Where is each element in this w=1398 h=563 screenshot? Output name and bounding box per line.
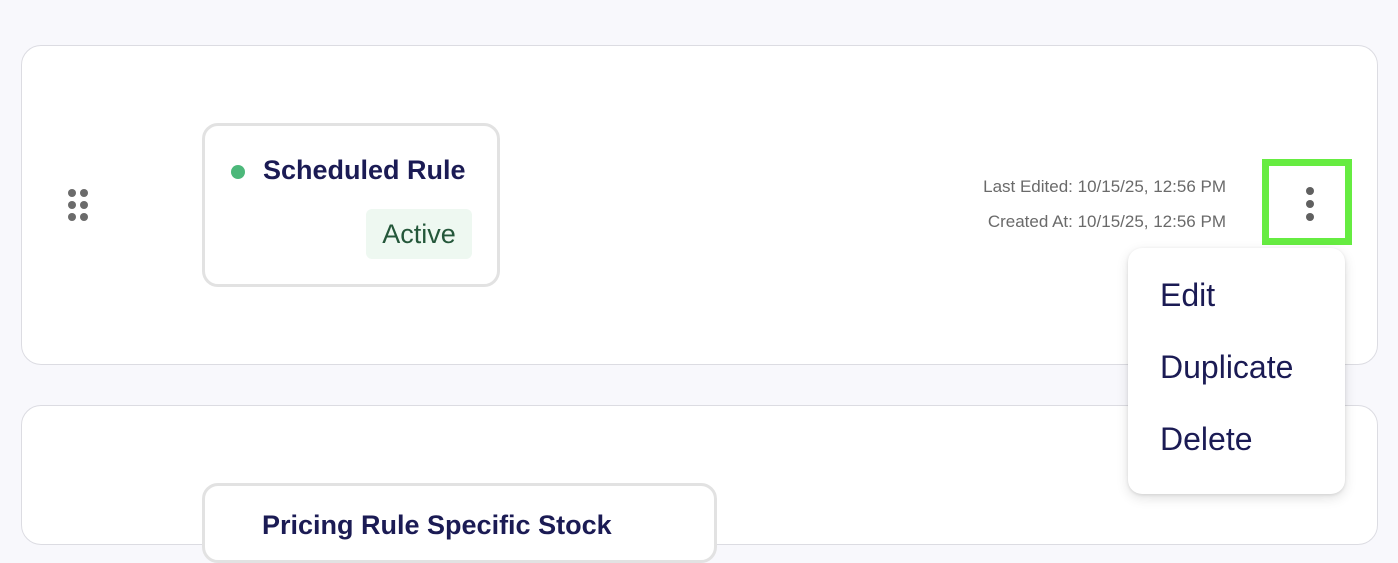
menu-item-duplicate[interactable]: Duplicate <box>1160 349 1293 386</box>
drag-handle-icon[interactable] <box>66 188 90 224</box>
status-badge: Active <box>366 209 472 259</box>
rule-summary[interactable] <box>202 123 500 287</box>
menu-item-delete[interactable]: Delete <box>1160 421 1253 458</box>
rule-name: Pricing Rule Specific Stock <box>262 510 612 540</box>
created-at-text: Created At: 10/15/25, 12:56 PM <box>987 212 1226 231</box>
status-dot-icon <box>231 165 245 179</box>
more-options-button[interactable] <box>1262 159 1352 245</box>
last-edited-text: Last Edited: 10/15/25, 12:56 PM <box>983 177 1226 196</box>
menu-item-edit[interactable]: Edit <box>1160 277 1215 314</box>
rule-name: Scheduled Rule <box>263 155 466 185</box>
